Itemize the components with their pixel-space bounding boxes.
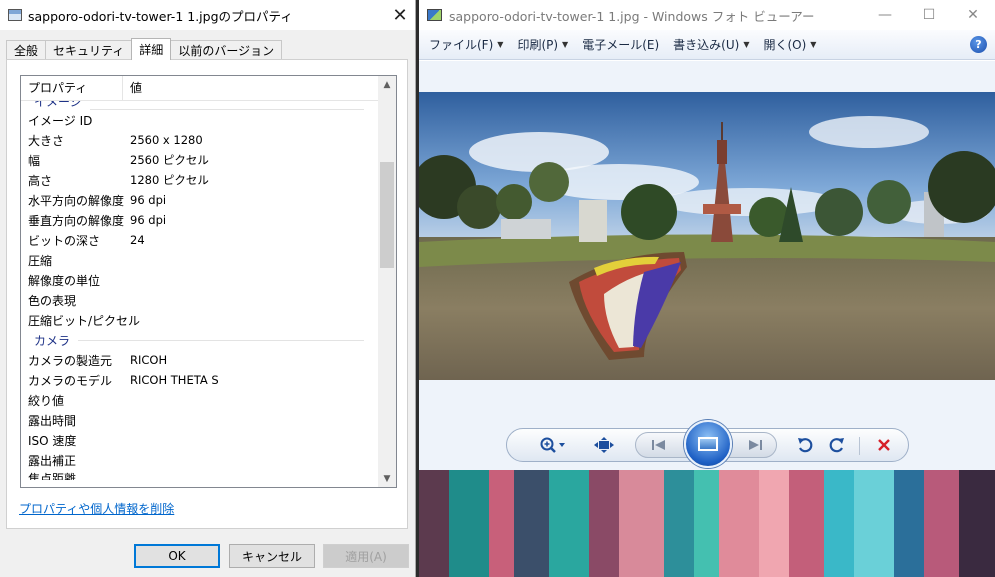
property-list[interactable]: イメージ イメージ ID 大きさ 2560 x 1280 幅 2560 ピクセル 高… [20,75,397,488]
desktop: sapporo-odori-tv-tower-1 1.jpgのプロパティ ✕ 全… [0,0,995,577]
table-row[interactable]: 露出時間 [21,410,378,430]
table-row[interactable]: 圧縮 [21,250,378,270]
scroll-down-icon[interactable]: ▼ [378,470,396,487]
rotate-left-icon[interactable] [791,429,819,461]
menu-print[interactable]: 印刷(P) ▼ [517,36,568,53]
column-header-property[interactable]: プロパティ [21,76,123,101]
photo-viewer-window: sapporo-odori-tv-tower-1 1.jpg - Windows… [419,0,995,577]
table-row[interactable]: 色の表現 [21,290,378,310]
viewer-titlebar[interactable]: sapporo-odori-tv-tower-1 1.jpg - Windows… [419,0,995,30]
viewer-control-bar [506,420,909,468]
table-row[interactable]: 露出補正 [21,450,378,470]
apply-button[interactable]: 適用(A) [323,544,409,568]
zoom-icon[interactable] [535,429,571,461]
section-header-camera: カメラ [21,330,378,350]
tab-strip: 全般 セキュリティ 詳細 以前のバージョン [6,38,283,60]
table-row[interactable]: 焦点距離 [21,470,378,480]
menu-burn[interactable]: 書き込み(U) ▼ [673,36,749,53]
menu-file[interactable]: ファイル(F) ▼ [429,36,503,53]
table-row[interactable]: イメージ ID [21,110,378,130]
chevron-down-icon: ▼ [810,40,817,49]
previous-icon[interactable] [644,433,674,457]
file-properties-icon [8,9,22,21]
slideshow-icon [698,437,718,451]
menu-email[interactable]: 電子メール(E) [582,36,659,53]
table-row[interactable]: ISO 速度 [21,430,378,450]
toolbar-divider [859,437,860,455]
chevron-down-icon: ▼ [562,40,569,49]
vertical-scrollbar[interactable]: ▲ ▼ [378,76,396,487]
scroll-up-icon[interactable]: ▲ [378,76,396,93]
panorama-photo[interactable] [419,92,995,380]
table-row[interactable]: 解像度の単位 [21,270,378,290]
details-panel: イメージ イメージ ID 大きさ 2560 x 1280 幅 2560 ピクセル 高… [6,59,408,529]
tab-general[interactable]: 全般 [6,40,47,60]
property-rows: イメージ イメージ ID 大きさ 2560 x 1280 幅 2560 ピクセル 高… [21,98,378,480]
tab-security[interactable]: セキュリティ [45,40,133,60]
table-row[interactable]: 幅 2560 ピクセル [21,150,378,170]
chevron-down-icon: ▼ [743,40,750,49]
table-row[interactable]: 垂直方向の解像度 96 dpi [21,210,378,230]
table-row[interactable]: 絞り値 [21,390,378,410]
table-row[interactable]: カメラのモデル RICOH THETA S [21,370,378,390]
menu-open[interactable]: 開く(O) ▼ [763,36,816,53]
delete-icon[interactable] [869,429,899,461]
scrollbar-thumb[interactable] [380,162,394,268]
minimize-icon[interactable]: — [863,0,907,30]
help-icon[interactable]: ? [970,36,987,53]
dialog-titlebar[interactable]: sapporo-odori-tv-tower-1 1.jpgのプロパティ ✕ [0,0,415,30]
image-stage [419,61,995,470]
table-row[interactable]: カメラの製造元 RICOH [21,350,378,370]
photo-viewer-icon [427,9,442,21]
table-row[interactable]: 高さ 1280 ピクセル [21,170,378,190]
rotate-right-icon[interactable] [823,429,851,461]
background-image-strip [419,470,995,577]
table-row[interactable]: 水平方向の解像度 96 dpi [21,190,378,210]
dialog-title: sapporo-odori-tv-tower-1 1.jpgのプロパティ [28,8,293,24]
cancel-button[interactable]: キャンセル [229,544,315,568]
chevron-down-icon: ▼ [497,40,504,49]
actual-size-icon[interactable] [589,429,619,461]
tab-details[interactable]: 詳細 [131,38,172,60]
tab-previous-versions[interactable]: 以前のバージョン [170,40,283,60]
maximize-icon[interactable]: ☐ [907,0,951,30]
properties-dialog: sapporo-odori-tv-tower-1 1.jpgのプロパティ ✕ 全… [0,0,416,577]
remove-properties-link[interactable]: プロパティや個人情報を削除 [19,500,174,517]
viewer-menubar: ファイル(F) ▼ 印刷(P) ▼ 電子メール(E) 書き込み(U) ▼ 開く(O) ▼… [419,30,995,60]
list-header: プロパティ 値 [21,76,378,101]
table-row[interactable]: ビットの深さ 24 [21,230,378,250]
next-icon[interactable] [740,433,770,457]
column-header-value[interactable]: 値 [123,76,378,101]
ok-button[interactable]: OK [134,544,220,568]
slideshow-button[interactable] [684,420,732,468]
table-row[interactable]: 圧縮ビット/ピクセル [21,310,378,330]
close-icon[interactable]: ✕ [951,0,995,30]
viewer-title: sapporo-odori-tv-tower-1 1.jpg - Windows… [449,8,815,24]
close-icon[interactable]: ✕ [385,0,415,30]
table-row[interactable]: 大きさ 2560 x 1280 [21,130,378,150]
panorama-image [419,92,995,380]
